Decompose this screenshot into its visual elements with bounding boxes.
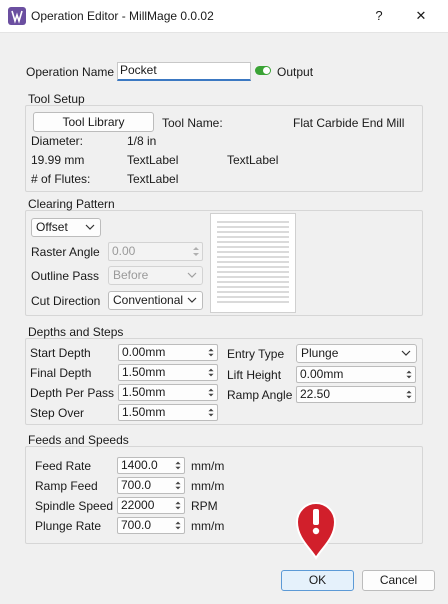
depth-per-pass-spinbox[interactable]: 1.50mm <box>118 384 218 401</box>
raster-angle-value: 0.00 <box>112 244 136 258</box>
outline-pass-value: Before <box>113 268 149 282</box>
millmage-logo-icon <box>8 7 26 25</box>
start-depth-label: Start Depth <box>30 346 91 360</box>
raster-angle-label: Raster Angle <box>31 245 100 259</box>
cancel-button[interactable]: Cancel <box>362 570 435 591</box>
spin-arrows-icon <box>208 368 214 377</box>
depth-per-pass-label: Depth Per Pass <box>30 386 115 400</box>
plunge-rate-spinbox[interactable]: 700.0 <box>117 517 185 534</box>
spin-arrows-icon <box>193 247 199 256</box>
feed-rate-spinbox[interactable]: 1400.0 <box>117 457 185 474</box>
spin-arrows-icon <box>175 501 181 510</box>
chevron-down-icon <box>85 224 95 230</box>
step-over-spinbox[interactable]: 1.50mm <box>118 404 218 421</box>
tool-name-value: Flat Carbide End Mill <box>293 116 405 130</box>
chevron-down-icon <box>187 297 197 303</box>
outline-pass-label: Outline Pass <box>31 269 100 283</box>
spindle-speed-spinbox[interactable]: 22000 <box>117 497 185 514</box>
chevron-down-icon <box>187 272 197 278</box>
outline-pass-select[interactable]: Before <box>108 266 203 285</box>
spin-arrows-icon <box>175 481 181 490</box>
ramp-feed-spinbox[interactable]: 700.0 <box>117 477 185 494</box>
diameter-label: Diameter: <box>31 134 84 148</box>
spin-arrows-icon <box>208 348 214 357</box>
spindle-speed-unit: RPM <box>191 499 218 513</box>
spindle-speed-label: Spindle Speed <box>35 499 114 513</box>
spin-arrows-icon <box>208 388 214 397</box>
lift-height-spinbox[interactable]: 0.00mm <box>296 366 416 383</box>
ramp-angle-spinbox[interactable]: 22.50 <box>296 386 416 403</box>
toggle-knob <box>263 67 270 74</box>
help-button[interactable]: ? <box>366 5 392 27</box>
feed-rate-label: Feed Rate <box>35 459 92 473</box>
chevron-down-icon <box>401 350 411 356</box>
ramp-feed-unit: mm/m <box>191 479 225 493</box>
pattern-select-value: Offset <box>36 220 68 234</box>
cut-direction-select[interactable]: Conventional <box>108 291 203 310</box>
cut-direction-value: Conventional <box>113 293 184 307</box>
spin-arrows-icon <box>175 461 181 470</box>
plunge-rate-value: 700.0 <box>121 518 152 532</box>
clearing-pattern-title: Clearing Pattern <box>28 197 115 211</box>
ramp-feed-label: Ramp Feed <box>35 479 98 493</box>
cut-direction-label: Cut Direction <box>31 294 101 308</box>
window-title: Operation Editor - MillMage 0.0.02 <box>31 9 214 23</box>
feeds-and-speeds-title: Feeds and Speeds <box>28 433 129 447</box>
ramp-angle-label: Ramp Angle <box>227 388 293 402</box>
raster-angle-spinbox[interactable]: 0.00 <box>108 242 203 261</box>
depth-per-pass-value: 1.50mm <box>122 385 166 399</box>
spin-arrows-icon <box>406 390 412 399</box>
text-label-2: TextLabel <box>227 153 279 167</box>
flutes-label: # of Flutes: <box>31 172 91 186</box>
feed-rate-unit: mm/m <box>191 459 225 473</box>
pattern-preview <box>210 213 296 313</box>
spin-arrows-icon <box>208 408 214 417</box>
final-depth-spinbox[interactable]: 1.50mm <box>118 364 218 381</box>
spin-arrows-icon <box>175 521 181 530</box>
operation-name-input[interactable]: Pocket <box>117 62 251 81</box>
flutes-value: TextLabel <box>127 172 179 186</box>
pattern-select[interactable]: Offset <box>31 218 101 237</box>
start-depth-value: 0.00mm <box>122 345 166 359</box>
output-label: Output <box>277 65 314 79</box>
feed-rate-value: 1400.0 <box>121 458 158 472</box>
step-over-label: Step Over <box>30 406 85 420</box>
tool-library-button[interactable]: Tool Library <box>33 112 154 132</box>
tool-name-label: Tool Name: <box>162 116 223 130</box>
tool-setup-title: Tool Setup <box>28 92 85 106</box>
text-label-1: TextLabel <box>127 153 179 167</box>
depths-and-steps-title: Depths and Steps <box>28 325 124 339</box>
final-depth-label: Final Depth <box>30 366 92 380</box>
close-button[interactable]: ✕ <box>406 5 436 27</box>
entry-type-label: Entry Type <box>227 347 285 361</box>
entry-type-value: Plunge <box>301 346 339 360</box>
diameter-mm-value: 19.99 mm <box>31 153 85 167</box>
spindle-speed-value: 22000 <box>121 498 155 512</box>
spin-arrows-icon <box>406 370 412 379</box>
ok-button[interactable]: OK <box>281 570 354 591</box>
ramp-angle-value: 22.50 <box>300 387 331 401</box>
warning-marker-icon <box>295 502 337 560</box>
operation-name-label: Operation Name <box>26 65 115 79</box>
final-depth-value: 1.50mm <box>122 365 166 379</box>
ramp-feed-value: 700.0 <box>121 478 152 492</box>
plunge-rate-label: Plunge Rate <box>35 519 102 533</box>
diameter-value: 1/8 in <box>127 134 157 148</box>
entry-type-select[interactable]: Plunge <box>296 344 417 363</box>
step-over-value: 1.50mm <box>122 405 166 419</box>
start-depth-spinbox[interactable]: 0.00mm <box>118 344 218 361</box>
lift-height-value: 0.00mm <box>300 367 344 381</box>
plunge-rate-unit: mm/m <box>191 519 225 533</box>
output-toggle[interactable] <box>255 66 271 75</box>
offset-pattern-graphic <box>217 221 289 303</box>
lift-height-label: Lift Height <box>227 368 282 382</box>
